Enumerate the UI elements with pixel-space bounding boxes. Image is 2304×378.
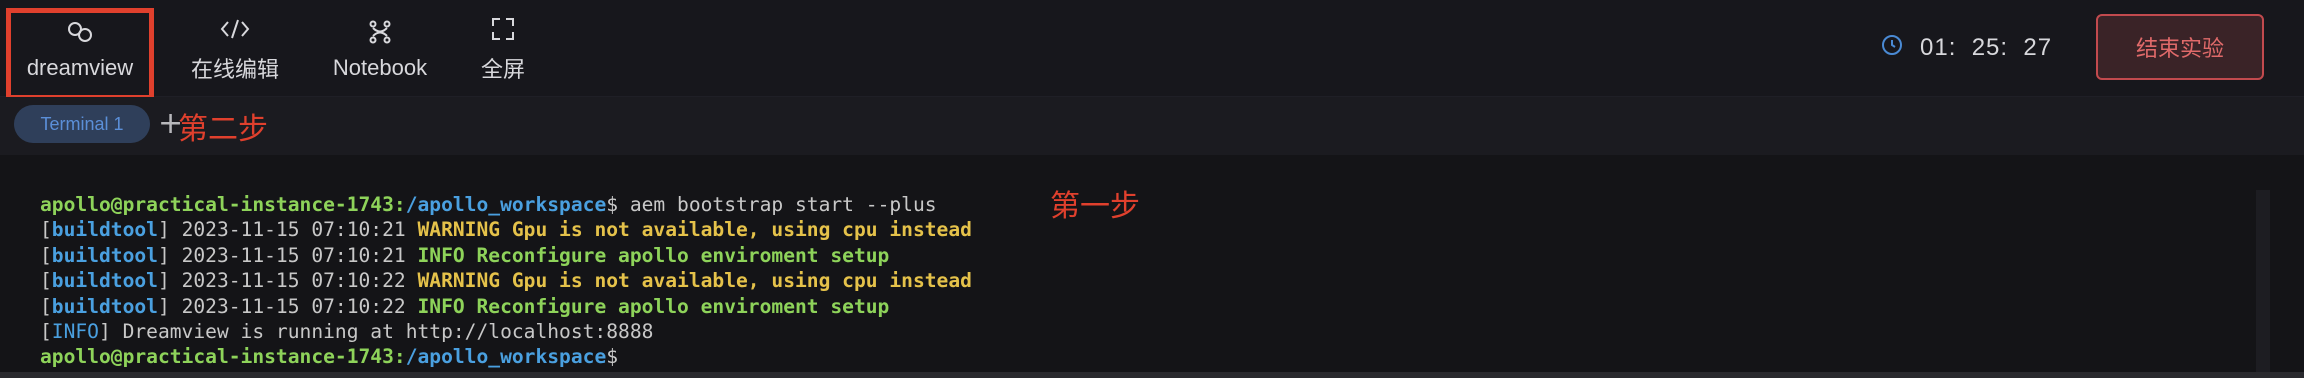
prompt-colon: : [393, 193, 406, 216]
toolbar-item-label: Notebook [332, 55, 428, 80]
log-time: 2023-11-15 07:10:22 [181, 269, 406, 293]
terminal-lines: apollo@practical-instance-1743:/apollo_w… [40, 192, 972, 370]
log-tag: INFO [51, 320, 99, 344]
code-icon [219, 12, 251, 46]
toolbar-item-label: 在线编辑 [190, 57, 279, 82]
log-message: INFO Reconfigure apollo enviroment setup [417, 243, 890, 267]
top-toolbar: dreamview 在线编辑 Notebook 全屏 01: 25: 27 结束… [0, 0, 2304, 100]
log-message: INFO Reconfigure apollo enviroment setup [417, 294, 890, 318]
bottom-bar [0, 372, 2304, 378]
toolbar-item-notebook[interactable]: Notebook [320, 0, 440, 96]
toolbar-item-label: 全屏 [480, 57, 525, 82]
timer-value: 01: 25: 27 [1920, 34, 2053, 61]
prompt-symbol: $ [606, 193, 619, 216]
log-time: 2023-11-15 07:10:22 [181, 294, 406, 318]
log-time: 2023-11-15 07:10:21 [181, 218, 406, 242]
log-time: 2023-11-15 07:10:21 [181, 243, 406, 267]
annotation-step-1: 第一步 [1050, 189, 1140, 224]
toolbar-item-fullscreen[interactable]: 全屏 [470, 0, 536, 96]
prompt-colon: : [393, 345, 406, 369]
prompt-symbol: $ [606, 345, 619, 369]
highlight-box [6, 8, 154, 100]
session-timer: 01: 25: 27 [1880, 28, 2052, 68]
terminal-line: [buildtool] 2023-11-15 07:10:22 WARNING … [40, 269, 972, 293]
log-message: Dreamview is running at http://localhost… [110, 320, 654, 344]
prompt-path: /apollo_workspace [405, 193, 607, 216]
fullscreen-icon [490, 12, 516, 46]
toolbar-item-online-editor[interactable]: 在线编辑 [180, 0, 290, 96]
terminal-line: [buildtool] 2023-11-15 07:10:21 INFO Rec… [40, 243, 890, 267]
terminal-line: apollo@practical-instance-1743:/apollo_w… [40, 344, 972, 369]
terminal-output[interactable]: apollo@practical-instance-1743:/apollo_w… [0, 156, 2304, 378]
log-tag: buildtool [51, 269, 158, 293]
log-tag: buildtool [51, 243, 158, 267]
terminal-tab-bar: Terminal 1 [0, 97, 2304, 155]
terminal-line: [buildtool] 2023-11-15 07:10:22 INFO Rec… [40, 294, 890, 318]
prompt-path: /apollo_workspace [405, 345, 607, 369]
log-message: WARNING Gpu is not available, using cpu … [417, 218, 972, 242]
log-tag: buildtool [51, 218, 158, 242]
terminal-scrollbar[interactable] [2256, 190, 2270, 378]
command-text: aem bootstrap start --plus [618, 193, 937, 216]
prompt-user: apollo@practical-instance-1743 [40, 345, 394, 369]
log-tag: buildtool [51, 294, 158, 318]
clock-icon [1880, 33, 1920, 64]
notebook-icon [365, 15, 395, 49]
annotation-step-2: 第二步 [178, 112, 268, 147]
log-message: WARNING Gpu is not available, using cpu … [417, 269, 972, 293]
end-experiment-button[interactable]: 结束实验 [2096, 14, 2264, 80]
terminal-line: apollo@practical-instance-1743:/apollo_w… [40, 192, 972, 217]
prompt-user: apollo@practical-instance-1743 [40, 193, 394, 216]
terminal-line: [buildtool] 2023-11-15 07:10:21 WARNING … [40, 218, 972, 242]
terminal-line: [INFO] Dreamview is running at http://lo… [40, 320, 654, 344]
tab-terminal-1[interactable]: Terminal 1 [14, 105, 150, 143]
